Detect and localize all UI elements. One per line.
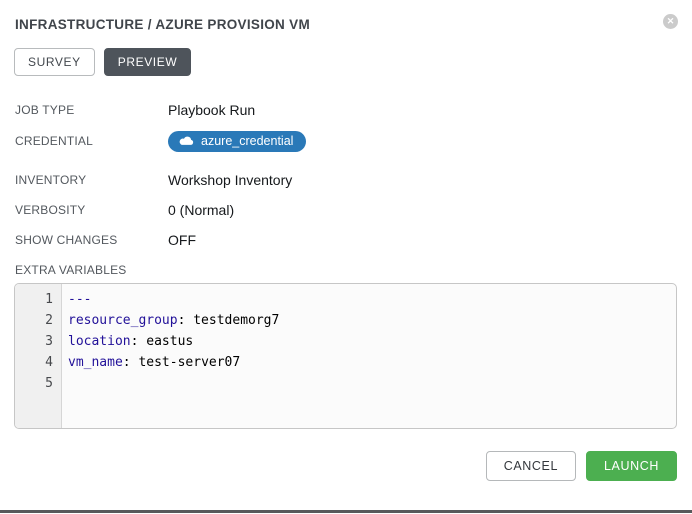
line-number: 5	[15, 373, 53, 394]
detail-value-job-type: Playbook Run	[168, 102, 255, 118]
credential-badge-label: azure_credential	[201, 134, 293, 148]
launch-preview-modal: INFRASTRUCTURE / AZURE PROVISION VM ✕ SU…	[0, 0, 692, 481]
detail-label-job-type: JOB TYPE	[15, 103, 168, 117]
modal-header: INFRASTRUCTURE / AZURE PROVISION VM ✕	[14, 14, 678, 32]
code-line: resource_group: testdemorg7	[68, 310, 676, 331]
modal-title: INFRASTRUCTURE / AZURE PROVISION VM	[14, 14, 310, 32]
tab-survey[interactable]: SURVEY	[14, 48, 95, 76]
editor-code-area[interactable]: --- resource_group: testdemorg7 location…	[62, 284, 676, 428]
tab-preview[interactable]: PREVIEW	[104, 48, 192, 76]
close-button[interactable]: ✕	[663, 14, 678, 29]
yaml-key: vm_name	[68, 355, 123, 370]
cloud-icon	[179, 135, 194, 146]
detail-label-verbosity: VERBOSITY	[15, 203, 168, 217]
line-number: 4	[15, 352, 53, 373]
yaml-key: resource_group	[68, 313, 178, 328]
cancel-button[interactable]: CANCEL	[486, 451, 576, 481]
launch-preview-page: INFRASTRUCTURE / AZURE PROVISION VM ✕ SU…	[0, 0, 692, 514]
extra-variables-editor[interactable]: 1 2 3 4 5 --- resource_group: testdemorg…	[14, 283, 677, 429]
detail-label-inventory: INVENTORY	[15, 173, 168, 187]
yaml-value: : test-server07	[123, 355, 240, 370]
detail-row-credential: CREDENTIAL azure_credential	[15, 130, 678, 152]
line-number: 3	[15, 331, 53, 352]
detail-value-show-changes: OFF	[168, 232, 196, 248]
line-number: 1	[15, 289, 53, 310]
modal-actions: CANCEL LAUNCH	[14, 451, 678, 481]
launch-button[interactable]: LAUNCH	[586, 451, 677, 481]
page-bottom-border	[0, 510, 692, 513]
job-details: JOB TYPE Playbook Run CREDENTIAL azure_c…	[15, 100, 678, 250]
detail-value-verbosity: 0 (Normal)	[168, 202, 234, 218]
yaml-value: : testdemorg7	[178, 313, 280, 328]
extra-variables-label: EXTRA VARIABLES	[15, 263, 678, 277]
yaml-value: : eastus	[131, 334, 194, 349]
code-line: vm_name: test-server07	[68, 352, 676, 373]
code-line	[68, 373, 676, 394]
detail-label-show-changes: SHOW CHANGES	[15, 233, 168, 247]
code-line: ---	[68, 289, 676, 310]
editor-line-number-gutter: 1 2 3 4 5	[15, 284, 62, 428]
yaml-key: location	[68, 334, 131, 349]
credential-badge[interactable]: azure_credential	[168, 131, 306, 152]
line-number: 2	[15, 310, 53, 331]
detail-row-verbosity: VERBOSITY 0 (Normal)	[15, 200, 678, 220]
detail-value-inventory: Workshop Inventory	[168, 172, 292, 188]
tab-bar: SURVEY PREVIEW	[14, 48, 678, 76]
detail-row-show-changes: SHOW CHANGES OFF	[15, 230, 678, 250]
detail-label-credential: CREDENTIAL	[15, 134, 168, 148]
detail-row-job-type: JOB TYPE Playbook Run	[15, 100, 678, 120]
detail-row-inventory: INVENTORY Workshop Inventory	[15, 170, 678, 190]
code-line: location: eastus	[68, 331, 676, 352]
close-icon: ✕	[667, 16, 675, 26]
yaml-doc-marker: ---	[68, 292, 91, 307]
